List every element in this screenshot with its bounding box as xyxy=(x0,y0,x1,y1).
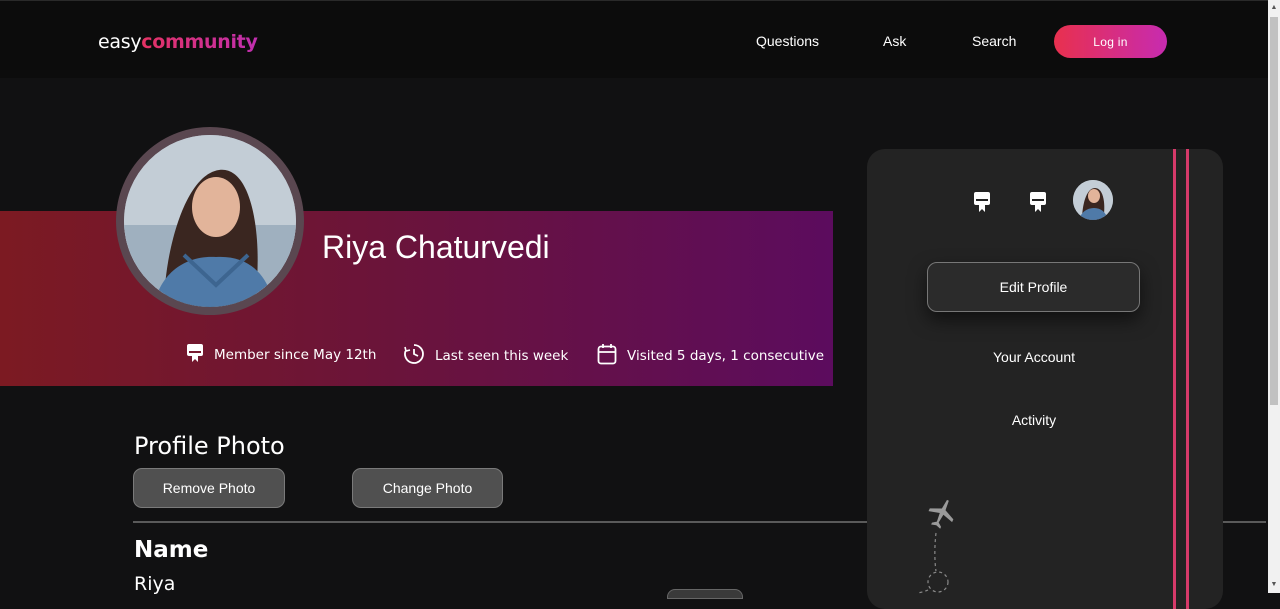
profile-avatar xyxy=(116,127,304,315)
badge-icon[interactable] xyxy=(1029,191,1047,218)
member-since-text: Member since May 12th xyxy=(214,347,377,363)
side-card: Edit Profile Your Account Activity xyxy=(867,149,1223,609)
clock-icon xyxy=(403,343,425,369)
airplane-icon xyxy=(917,499,954,594)
scroll-up-arrow[interactable]: ▲ xyxy=(1270,3,1278,13)
scroll-thumb[interactable] xyxy=(1270,17,1278,405)
calendar-icon xyxy=(597,343,617,369)
remove-photo-button[interactable]: Remove Photo xyxy=(133,468,285,508)
visited-days: Visited 5 days, 1 consecutive xyxy=(597,343,824,369)
name-edit-button[interactable] xyxy=(667,589,743,599)
badge-icon[interactable] xyxy=(973,191,991,218)
member-since: Member since May 12th xyxy=(186,343,376,367)
profile-photo-title: Profile Photo xyxy=(134,432,285,460)
your-account-link[interactable]: Your Account xyxy=(867,349,1201,365)
badge-icon xyxy=(186,343,204,367)
last-seen-text: Last seen this week xyxy=(435,348,569,364)
logo-text-easy: easy xyxy=(98,31,142,53)
name-value: Riya xyxy=(134,573,176,595)
last-seen: Last seen this week xyxy=(403,343,568,369)
login-button[interactable]: Log in xyxy=(1054,25,1167,58)
name-label: Name xyxy=(134,537,209,563)
avatar-photo xyxy=(124,135,296,307)
nav-search-link[interactable]: Search xyxy=(972,33,1016,49)
site-logo[interactable]: easy community xyxy=(98,31,258,53)
decor-stripe xyxy=(1186,149,1189,609)
top-navbar: easy community Questions Ask Search Log … xyxy=(0,0,1268,78)
avatar[interactable] xyxy=(1073,180,1113,220)
nav-ask-link[interactable]: Ask xyxy=(883,33,906,49)
decor-stripe xyxy=(1173,149,1176,609)
logo-text-community: community xyxy=(141,31,258,53)
activity-link[interactable]: Activity xyxy=(867,412,1201,428)
avatar-illustration xyxy=(124,135,296,307)
change-photo-button[interactable]: Change Photo xyxy=(352,468,503,508)
page-scrollbar[interactable]: ▲ ▼ xyxy=(1268,0,1280,593)
visited-text: Visited 5 days, 1 consecutive xyxy=(627,348,825,364)
nav-questions-link[interactable]: Questions xyxy=(756,33,819,49)
profile-name: Riya Chaturvedi xyxy=(322,229,550,265)
scroll-down-arrow[interactable]: ▼ xyxy=(1270,580,1278,590)
edit-profile-button[interactable]: Edit Profile xyxy=(927,262,1140,312)
